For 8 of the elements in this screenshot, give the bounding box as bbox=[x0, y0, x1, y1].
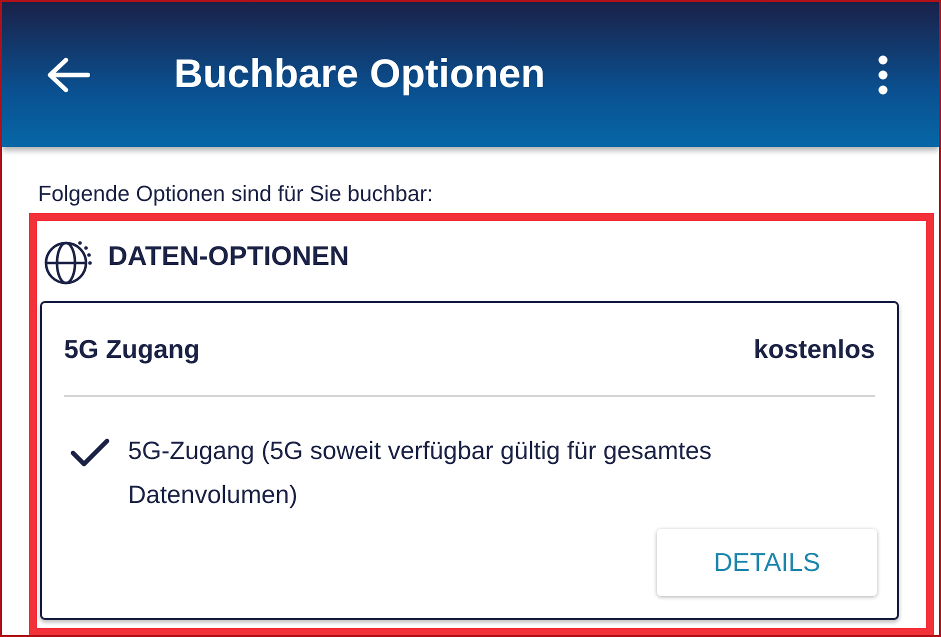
feature-text: 5G-Zugang (5G soweit verfügbar gültig für gesamtes Datenvolumen) bbox=[128, 436, 713, 511]
section-title: DATEN-OPTIONEN bbox=[108, 240, 349, 272]
option-name: 5G Zugang bbox=[64, 334, 200, 364]
screen-title: Buchbare Optionen bbox=[174, 52, 546, 97]
checkmark-icon bbox=[70, 437, 110, 467]
intro-text: Folgende Optionen sind für Sie buchbar: bbox=[38, 181, 434, 207]
details-button[interactable]: DETAILS bbox=[657, 529, 877, 596]
option-price: kostenlos bbox=[754, 334, 875, 364]
